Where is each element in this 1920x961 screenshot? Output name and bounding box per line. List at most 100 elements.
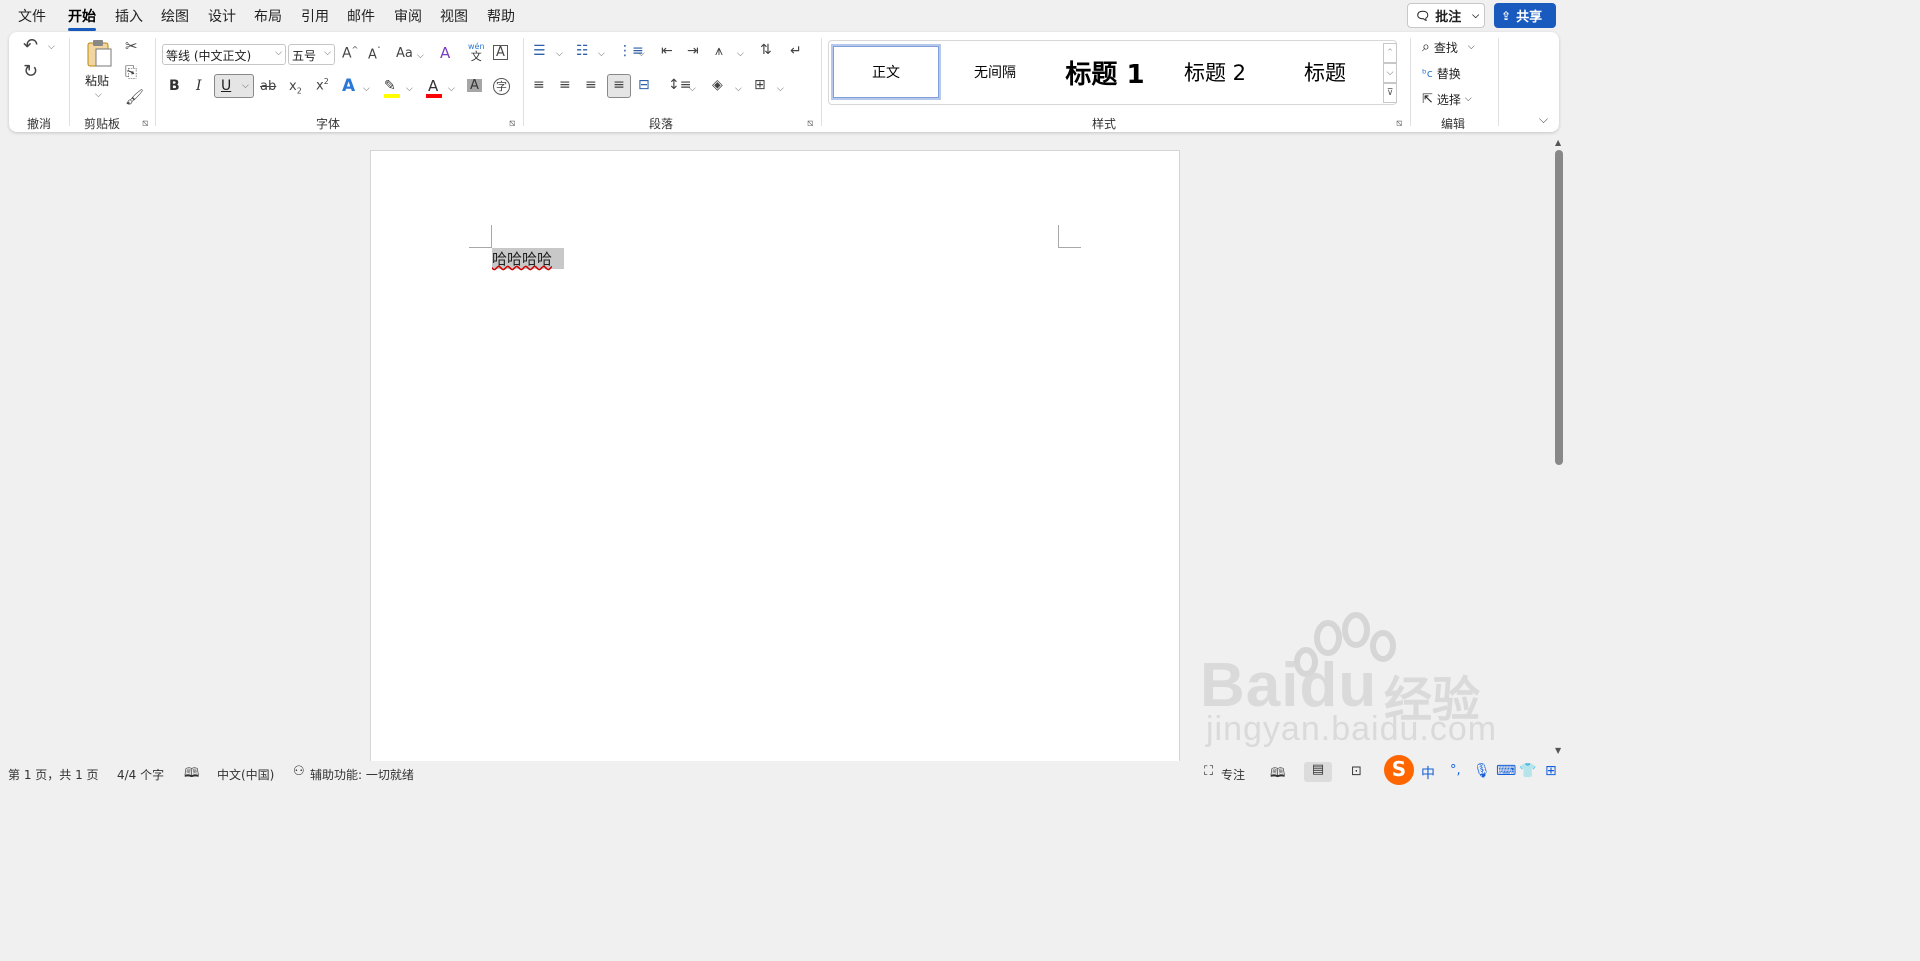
paragraph-launcher-icon[interactable]: ⧅ [807,118,813,129]
document-text[interactable]: 哈哈哈哈 [492,248,565,269]
increase-indent-icon[interactable]: ⇥ [687,44,699,58]
style-heading-2[interactable]: 标题 2 [1160,43,1270,101]
microphone-icon[interactable]: 🎙 [1473,763,1491,779]
font-launcher-icon[interactable]: ⧅ [509,118,515,129]
shading-icon[interactable]: ◈ [712,78,723,92]
distributed-icon[interactable]: ⊟ [638,78,650,92]
bold-icon[interactable]: B [169,79,180,93]
clear-formatting-icon[interactable]: A [440,46,450,61]
menu-help[interactable]: 帮助 [487,6,515,26]
accessibility-status[interactable]: 辅助功能: 一切就绪 [310,766,414,783]
chevron-down-icon[interactable]: ⌵ [556,49,563,59]
bullets-icon[interactable]: ☰ [533,44,546,58]
underline-button[interactable]: U ⌵ [214,74,254,98]
language-status[interactable]: 中文(中国) [217,766,274,783]
scroll-down-icon[interactable]: ▼ [1555,746,1561,755]
italic-icon[interactable]: I [196,79,202,93]
styles-launcher-icon[interactable]: ⧅ [1396,118,1402,129]
focus-mode-label[interactable]: 专注 [1221,766,1245,783]
enclose-characters-icon[interactable]: 字 [493,78,510,95]
menu-draw[interactable]: 绘图 [161,6,189,26]
proofing-icon[interactable]: 🕮 [184,764,199,786]
asian-layout-icon[interactable]: ⩚ [715,44,723,58]
ime-logo-icon[interactable]: S [1384,755,1414,785]
chevron-down-icon[interactable]: ⌵ [735,84,742,94]
menu-home[interactable]: 开始 [68,6,96,31]
toolbox-icon[interactable]: ⊞ [1545,763,1557,779]
font-size-combo[interactable]: 五号 ⌵ [288,44,335,65]
vertical-scrollbar[interactable]: ▲ ▼ [1553,138,1565,760]
menu-insert[interactable]: 插入 [115,6,143,26]
menu-view[interactable]: 视图 [440,6,468,26]
chevron-down-icon[interactable]: ⌵ [417,51,424,61]
phonetic-guide-icon[interactable]: wén 文 [468,43,485,63]
shrink-font-icon[interactable]: Aˇ [368,47,381,62]
ime-mode[interactable]: 中 [1421,763,1435,783]
page-count[interactable]: 第 1 页，共 1 页 [8,766,99,783]
numbering-icon[interactable]: ☷ [576,44,589,58]
gallery-up-icon[interactable]: ⌃ [1383,43,1397,63]
scroll-up-icon[interactable]: ▲ [1555,138,1561,147]
cut-icon[interactable]: ✂ [125,39,138,54]
web-layout-icon[interactable]: ⊡ [1351,764,1362,779]
chevron-down-icon[interactable]: ⌵ [448,84,455,94]
replace-button[interactable]: ᵇc 替换 [1422,64,1461,82]
menu-review[interactable]: 审阅 [394,6,422,26]
justify-icon[interactable]: ≡ [607,74,631,98]
gallery-down-icon[interactable]: ⌵ [1383,63,1397,83]
word-count[interactable]: 4/4 个字 [117,766,164,783]
ime-punctuation[interactable]: °, [1450,763,1461,778]
subscript-icon[interactable]: x2 [289,80,302,96]
chevron-down-icon[interactable]: ⌵ [777,84,784,94]
clipboard-launcher-icon[interactable]: ⧅ [142,118,148,129]
highlight-icon[interactable]: ✎ [384,78,400,98]
document-page[interactable]: 哈哈哈哈 [370,150,1180,770]
select-button[interactable]: ⇱ 选择 ⌵ [1422,90,1472,108]
character-shading-icon[interactable]: A [467,79,482,92]
keyboard-icon[interactable]: ⌨ [1496,763,1516,779]
chevron-down-icon[interactable]: ⌵ [737,49,744,59]
text-effects-icon[interactable]: A [342,78,355,95]
character-border-icon[interactable]: A [493,45,508,60]
find-button[interactable]: ⌕ 查找 ⌵ [1422,38,1475,56]
strikethrough-icon[interactable]: ab [260,80,276,93]
sort-icon[interactable]: ⇅ [760,43,772,57]
style-title[interactable]: 标题 [1270,43,1380,101]
chevron-down-icon[interactable]: ⌵ [689,84,696,94]
align-right-icon[interactable]: ≡ [585,78,597,92]
menu-references[interactable]: 引用 [301,6,329,26]
chevron-down-icon[interactable]: ⌵ [638,49,645,59]
gallery-more-icon[interactable]: ⊽ [1383,83,1397,103]
menu-mailings[interactable]: 邮件 [347,6,375,26]
align-left-icon[interactable]: ≡ [533,78,545,92]
paste-button[interactable]: 粘贴 ⌵ [83,38,115,102]
format-painter-icon[interactable]: 🖌 [125,90,144,105]
copy-icon[interactable]: ⎘ [125,65,137,80]
undo-icon[interactable]: ↶ [23,37,38,55]
menu-file[interactable]: 文件 [18,6,46,26]
collapse-ribbon-icon[interactable]: ⌵ [1539,112,1548,127]
chevron-down-icon[interactable]: ⌵ [598,49,605,59]
share-button[interactable]: ⇪ 共享 [1494,3,1556,28]
show-marks-icon[interactable]: ↵ [790,44,802,58]
comments-button[interactable]: 🗨 批注 ⌵ [1407,3,1485,28]
line-spacing-icon[interactable]: ↕≡ [668,78,691,92]
undo-dropdown-icon[interactable]: ⌵ [48,42,55,52]
align-center-icon[interactable]: ≡ [559,78,571,92]
skin-icon[interactable]: 👕 [1519,763,1536,779]
redo-icon[interactable]: ↻ [23,63,38,81]
change-case-icon[interactable]: Aa [396,47,413,60]
scroll-thumb[interactable] [1555,150,1563,465]
font-color-icon[interactable]: A [426,77,442,99]
style-no-spacing[interactable]: 无间隔 [940,43,1050,101]
superscript-icon[interactable]: x2 [316,78,329,93]
grow-font-icon[interactable]: A^ [342,46,358,61]
font-name-combo[interactable]: 等线 (中文正文) ⌵ [162,44,286,65]
borders-icon[interactable]: ⊞ [754,78,766,92]
style-normal[interactable]: 正文 [831,44,941,100]
decrease-indent-icon[interactable]: ⇤ [661,44,673,58]
chevron-down-icon[interactable]: ⌵ [363,84,370,94]
menu-design[interactable]: 设计 [208,6,236,26]
chevron-down-icon[interactable]: ⌵ [406,84,413,94]
menu-layout[interactable]: 布局 [254,6,282,26]
